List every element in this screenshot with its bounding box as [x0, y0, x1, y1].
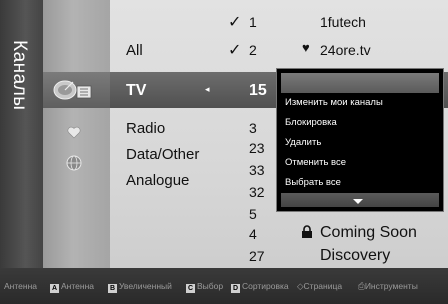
- side-title-strip: Каналы: [0, 0, 43, 268]
- heart-icon[interactable]: [67, 126, 81, 139]
- tools-popup-menu: Изменить мои каналы Блокировка Удалить О…: [276, 68, 444, 212]
- sort-button[interactable]: D Сортировка: [231, 281, 289, 293]
- globe-icon[interactable]: [66, 155, 82, 171]
- category-data-other[interactable]: Data/Other: [126, 146, 199, 163]
- key-b-icon: B: [108, 284, 117, 293]
- menu-item-deselect-all[interactable]: Отменить все: [285, 157, 346, 168]
- favorite-heart-icon: ♥: [302, 40, 310, 55]
- channel-number: 4: [249, 226, 257, 242]
- antenna-mode-label: Антенна: [4, 281, 38, 291]
- popup-header-bar: [281, 73, 439, 93]
- channel-name[interactable]: Discovery: [320, 247, 390, 265]
- scroll-down-arrow-icon[interactable]: [353, 199, 363, 204]
- antenna-category-row[interactable]: [43, 72, 110, 108]
- channel-name[interactable]: Coming Soon: [320, 224, 417, 242]
- menu-item-edit-my-channels[interactable]: Изменить мои каналы: [285, 97, 383, 108]
- menu-item-select-all[interactable]: Выбрать все: [285, 177, 341, 188]
- channel-list-screen: Каналы All TV ◂ Radio Data/Other Analogu…: [0, 0, 448, 304]
- tools-button[interactable]: ⎙Инструменты: [358, 281, 418, 292]
- bottom-help-bar: Антенна A Антенна B Увеличенный C Выбор D Со…: [0, 268, 448, 304]
- key-a-icon: A: [50, 284, 59, 293]
- category-analogue[interactable]: Analogue: [126, 172, 189, 189]
- satellite-dish-icon: [53, 80, 92, 100]
- channel-number: 5: [249, 206, 257, 222]
- menu-item-lock[interactable]: Блокировка: [285, 117, 337, 128]
- channel-number: 32: [249, 184, 265, 200]
- key-d-icon: D: [231, 284, 240, 293]
- menu-item-delete[interactable]: Удалить: [285, 137, 321, 148]
- channel-number: 23: [249, 140, 265, 156]
- key-c-icon: C: [186, 284, 195, 293]
- select-button[interactable]: C Выбор: [186, 281, 223, 293]
- channel-number: 3: [249, 120, 257, 136]
- channel-name[interactable]: 24ore.tv: [320, 42, 371, 58]
- antenna-button[interactable]: A Антенна: [50, 281, 94, 293]
- channel-number: 1: [249, 14, 257, 30]
- check-icon: ✓: [228, 42, 242, 59]
- tools-icon: ⎙: [358, 281, 365, 291]
- page-button[interactable]: ◇Страница: [297, 281, 342, 292]
- zoom-button[interactable]: B Увеличенный: [108, 281, 172, 293]
- channel-number: 27: [249, 248, 265, 264]
- channel-number: 2: [249, 42, 257, 58]
- channel-number-selected: 15: [249, 82, 267, 99]
- lock-icon: [302, 225, 312, 238]
- left-arrow-icon: ◂: [205, 84, 210, 94]
- check-icon: ✓: [228, 14, 242, 31]
- category-radio[interactable]: Radio: [126, 120, 165, 137]
- category-all[interactable]: All: [126, 42, 143, 59]
- channel-name[interactable]: 1futech: [320, 14, 366, 30]
- category-tv[interactable]: TV: [126, 82, 146, 100]
- screen-title: Каналы: [9, 40, 30, 111]
- channel-number: 33: [249, 162, 265, 178]
